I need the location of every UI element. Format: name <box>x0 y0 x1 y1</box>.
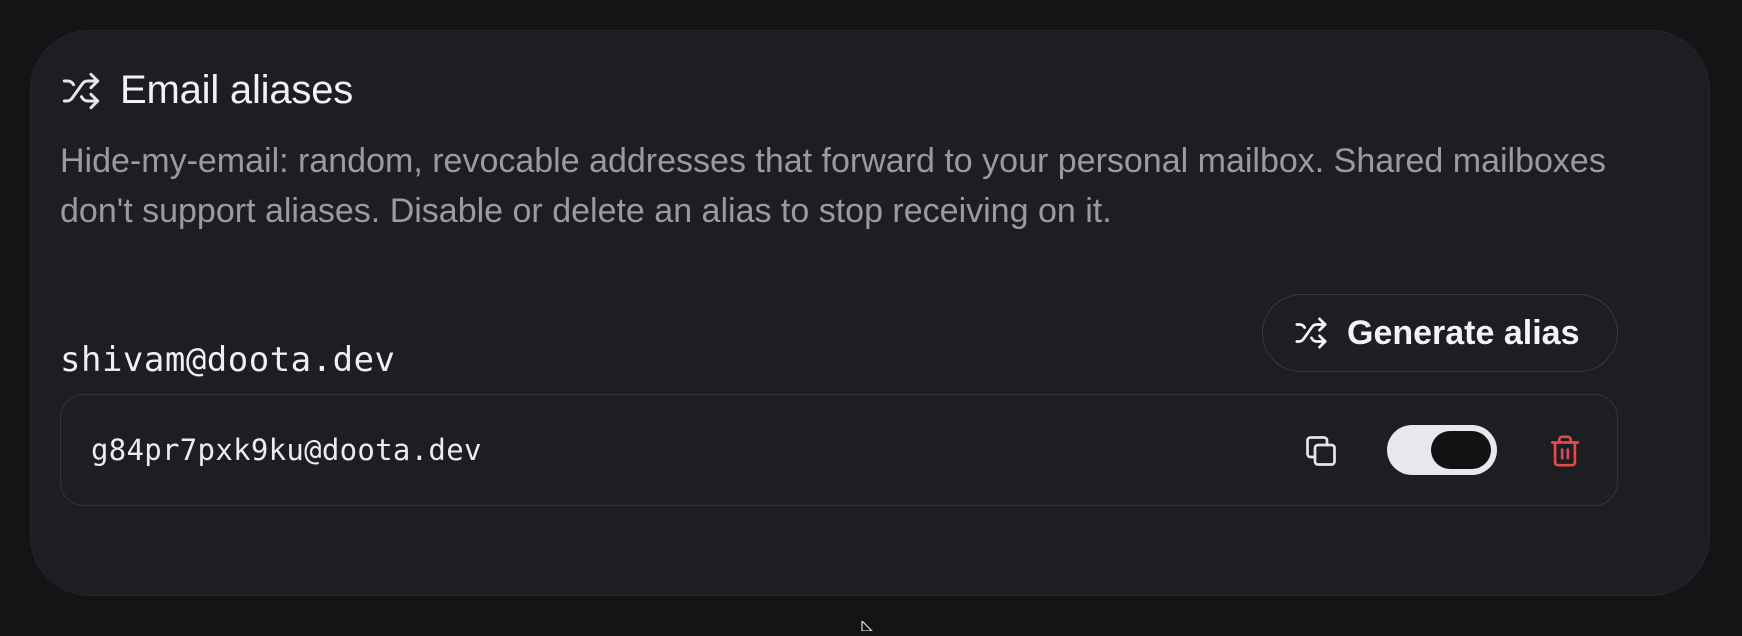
alias-address[interactable]: g84pr7pxk9ku@doota.dev <box>91 433 482 467</box>
trash-icon[interactable] <box>1545 431 1585 471</box>
copy-icon[interactable] <box>1301 431 1341 471</box>
shuffle-icon <box>60 70 102 112</box>
mailbox-address: shivam@doota.dev <box>60 340 396 380</box>
mouse-cursor-icon <box>860 618 876 632</box>
generate-alias-button[interactable]: Generate alias <box>1262 294 1618 372</box>
generate-alias-label: Generate alias <box>1347 313 1580 352</box>
toggle-knob <box>1431 431 1491 469</box>
alias-row: g84pr7pxk9ku@doota.dev <box>60 394 1618 506</box>
card-header: Email aliases <box>60 68 353 113</box>
alias-enabled-toggle[interactable] <box>1387 425 1497 475</box>
card-title: Email aliases <box>120 68 354 112</box>
shuffle-icon <box>1293 315 1329 351</box>
card-description: Hide-my-email: random, revocable address… <box>60 142 1606 230</box>
